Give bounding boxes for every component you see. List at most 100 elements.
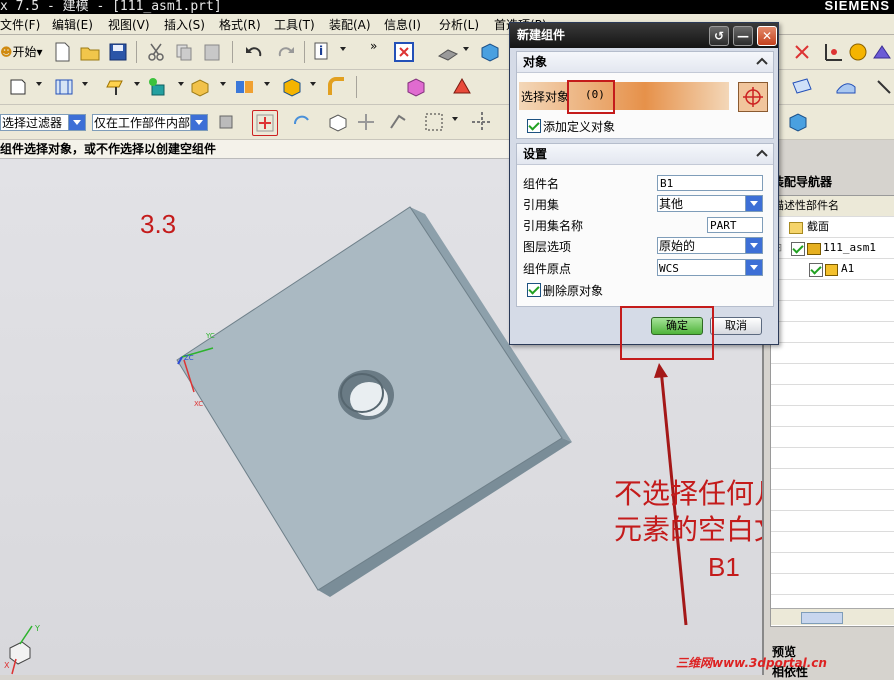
menu-tools[interactable]: 工具(T) [274, 16, 315, 33]
annotation-line-3: B1 [708, 552, 740, 582]
tree-row-assembly[interactable]: ⊟ 111_asm1 [771, 238, 894, 259]
reference-set-select[interactable]: 其他 [657, 195, 763, 212]
snap-point-icon[interactable] [252, 110, 278, 136]
paste-icon[interactable] [200, 40, 224, 64]
start-button[interactable]: ☻开始▾ [0, 40, 44, 64]
menu-file[interactable]: 文件(F) [0, 16, 40, 33]
collapse-icon[interactable] [755, 54, 769, 68]
navigator-title: 装配导航器 [772, 175, 833, 189]
filter-settings-icon[interactable] [214, 110, 238, 134]
scrollbar-thumb[interactable] [801, 612, 843, 624]
menu-assembly[interactable]: 装配(A) [329, 16, 371, 33]
block-icon[interactable] [188, 75, 212, 99]
highlight-ok-button [620, 306, 714, 360]
menu-view[interactable]: 视图(V) [108, 16, 150, 33]
new-file-icon[interactable] [50, 40, 74, 64]
layer-option-select[interactable]: 原始的 [657, 237, 763, 254]
menu-format[interactable]: 格式(R) [219, 16, 261, 33]
tree-row-part[interactable]: A1 [771, 259, 894, 280]
visibility-checkbox[interactable] [809, 263, 823, 277]
axis-tool-icon[interactable] [822, 40, 846, 64]
chevron-down-icon [745, 260, 762, 275]
scope-value: 仅在工作部件内部 [94, 116, 191, 130]
select-body-icon[interactable] [326, 110, 350, 134]
triad-y-axis [19, 625, 33, 645]
start-icon: ☻ [0, 45, 13, 59]
layer-option-label: 图层选项 [523, 240, 572, 254]
objects-group-header[interactable]: 对象 [517, 52, 773, 73]
deselect-icon[interactable] [290, 110, 314, 134]
mirror-icon[interactable] [232, 75, 256, 99]
select-object-button[interactable] [738, 82, 768, 112]
move-component-icon[interactable] [404, 75, 428, 99]
copy-icon[interactable] [172, 40, 196, 64]
redo-icon[interactable] [274, 40, 298, 64]
tree-row-empty [771, 469, 894, 490]
highlight-select-count [567, 80, 615, 114]
scope-select[interactable]: 仅在工作部件内部 [92, 114, 208, 131]
extrude-icon[interactable] [52, 75, 76, 99]
layer-option-value: 原始的 [659, 239, 696, 253]
toolbar-overflow[interactable]: » [370, 39, 377, 53]
solid-icon[interactable] [280, 75, 304, 99]
select-object-row[interactable]: 选择对象 (0) [519, 82, 729, 110]
tree-row-empty [771, 511, 894, 532]
tree-row-empty [771, 301, 894, 322]
component-origin-select[interactable]: WCS [657, 259, 763, 276]
reference-set-name-input[interactable]: PART [707, 217, 763, 233]
constraint-icon[interactable] [450, 75, 474, 99]
column-header-label: 描述性部件名 [773, 199, 839, 212]
reset-icon[interactable]: ↺ [709, 26, 729, 46]
svg-text:i: i [319, 44, 323, 58]
menu-edit[interactable]: 编辑(E) [52, 16, 93, 33]
tree-row-empty [771, 406, 894, 427]
sketch-icon[interactable] [6, 75, 30, 99]
menu-insert[interactable]: 插入(S) [164, 16, 205, 33]
part-cube-icon[interactable] [786, 110, 810, 134]
tree-row-sections[interactable]: 截面 [771, 217, 894, 238]
delete-original-checkbox[interactable] [527, 283, 541, 297]
visibility-checkbox[interactable] [791, 242, 805, 256]
tree-row-empty [771, 364, 894, 385]
settings-group: 设置 组件名 B1 引用集 其他 引用集名称 PART 图层选项 原始的 组件原… [516, 143, 774, 307]
select-edge-icon[interactable] [386, 110, 410, 134]
navigator-column-header[interactable]: 描述性部件名 [771, 196, 894, 217]
save-icon[interactable] [106, 40, 130, 64]
triad-y-label: Y [35, 624, 40, 633]
select-point-icon[interactable] [354, 110, 378, 134]
fit-view-icon[interactable] [392, 40, 416, 64]
blend-icon[interactable] [324, 75, 348, 99]
folder-icon [789, 222, 803, 234]
cut-icon[interactable] [144, 40, 168, 64]
macro-icon[interactable] [846, 40, 870, 64]
start-label: 开始 [12, 45, 37, 59]
menu-analysis[interactable]: 分析(L) [439, 16, 479, 33]
component-name-input[interactable]: B1 [657, 175, 763, 191]
rectangle-select-icon[interactable] [422, 110, 446, 134]
minimize-icon[interactable]: — [733, 26, 753, 46]
info-icon[interactable]: i [310, 40, 334, 64]
dialog-title-bar[interactable]: 新建组件 ↺ — ✕ [510, 23, 778, 48]
shaded-view-icon[interactable] [436, 40, 460, 64]
mesh-surface-icon[interactable] [834, 75, 858, 99]
horizontal-scrollbar[interactable] [771, 608, 894, 625]
menu-info[interactable]: 信息(I) [384, 16, 421, 33]
assembly-tool-icon[interactable] [790, 40, 814, 64]
settings-group-header[interactable]: 设置 [517, 144, 773, 165]
datum-plane-icon[interactable] [104, 75, 128, 99]
undo-icon[interactable] [242, 40, 266, 64]
cancel-button[interactable]: 取消 [710, 317, 762, 335]
selection-filter-select[interactable]: 选择过滤器 [0, 114, 86, 131]
expand-icon[interactable] [872, 75, 894, 99]
move-handle-icon[interactable] [470, 110, 494, 134]
collapse-icon[interactable] [755, 146, 769, 160]
cube-icon[interactable] [478, 40, 502, 64]
annotation-arrowhead [654, 363, 668, 378]
add-defined-objects-label: 添加定义对象 [543, 120, 616, 134]
add-defined-objects-checkbox[interactable] [527, 119, 541, 133]
add-component-icon[interactable] [146, 75, 170, 99]
open-folder-icon[interactable] [78, 40, 102, 64]
surface-icon[interactable] [790, 75, 814, 99]
motion-icon[interactable] [870, 40, 894, 64]
close-icon[interactable]: ✕ [757, 26, 777, 46]
